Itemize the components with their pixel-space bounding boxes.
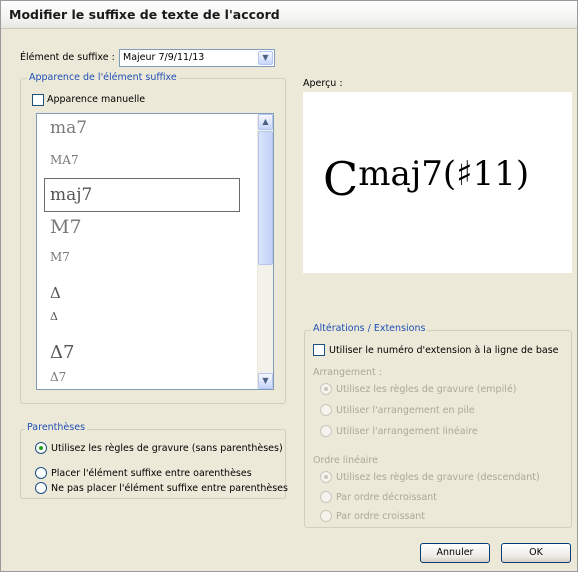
paren-option-radio-2[interactable]	[35, 467, 47, 479]
scroll-up-icon[interactable]: ▲	[258, 114, 273, 130]
arrangement-label-3: Utiliser l'arrangement linéaire	[336, 426, 478, 437]
arrangement-label-1: Utilisez les règles de gravure (empilé)	[336, 384, 517, 395]
paren-option-label-1: Utilisez les règles de gravure (sans par…	[51, 443, 283, 454]
dialog-window: Modifier le suffixe de texte de l'accord…	[0, 0, 578, 572]
paren-option-label-2: Placer l'élément suffixe entre oarenthès…	[51, 468, 252, 479]
order-label-1: Utilisez les règles de gravure (descenda…	[336, 472, 540, 483]
sharp-icon: ♯	[456, 154, 473, 194]
baseline-extension-checkbox[interactable]	[313, 344, 325, 356]
dialog-title: Modifier le suffixe de texte de l'accord	[9, 7, 280, 22]
list-item[interactable]: Δ7	[50, 342, 74, 363]
scroll-thumb[interactable]	[258, 131, 273, 265]
parentheses-group-legend: Parenthèses	[25, 422, 88, 433]
preview-suffix: maj7(	[358, 154, 457, 194]
manual-appearance-checkbox[interactable]	[32, 94, 44, 106]
list-item[interactable]: Δ	[50, 310, 58, 323]
preview-chord: Cmaj7(♯11)	[323, 152, 529, 206]
preview-extension: 11)	[472, 154, 530, 194]
suffix-element-label: Élément de suffixe :	[20, 52, 115, 63]
order-label-2: Par ordre décroissant	[336, 492, 437, 503]
appearance-group-legend: Apparence de l'élément suffixe	[27, 72, 179, 83]
suffix-element-select[interactable]: Majeur 7/9/11/13 ▼	[119, 49, 275, 67]
arrangement-radio-2[interactable]	[320, 404, 332, 416]
arrangement-radio-1[interactable]	[320, 383, 332, 395]
order-radio-2[interactable]	[320, 491, 332, 503]
paren-option-label-3: Ne pas placer l'élément suffixe entre pa…	[51, 483, 288, 494]
list-scrollbar[interactable]: ▲ ▼	[257, 114, 273, 389]
suffix-appearance-listbox[interactable]: ma7 MA7 maj7 M7 M7 Δ Δ Δ7 Δ7 ▲ ▼	[36, 113, 274, 390]
suffix-element-value: Majeur 7/9/11/13	[123, 52, 205, 63]
paren-option-radio-1[interactable]	[35, 442, 47, 454]
order-radio-1[interactable]	[320, 471, 332, 483]
preview-label: Aperçu :	[303, 78, 343, 89]
cancel-button[interactable]: Annuler	[420, 543, 490, 563]
list-item[interactable]: ma7	[50, 118, 87, 138]
scroll-down-icon[interactable]: ▼	[258, 373, 273, 389]
arrangement-label-2: Utiliser l'arrangement en pile	[336, 405, 475, 416]
arrangement-radio-3[interactable]	[320, 425, 332, 437]
preview-panel: Cmaj7(♯11)	[303, 92, 572, 273]
list-item[interactable]: Δ	[50, 284, 61, 302]
alterations-group-legend: Altérations / Extensions	[311, 323, 428, 334]
arrangement-label: Arrangement :	[313, 367, 382, 378]
ok-button[interactable]: OK	[501, 543, 571, 563]
baseline-extension-label: Utiliser le numéro d'extension à la lign…	[329, 345, 559, 356]
list-item[interactable]: M7	[50, 216, 82, 238]
manual-appearance-label: Apparence manuelle	[47, 94, 146, 105]
order-label-3: Par ordre croissant	[336, 511, 426, 522]
list-item[interactable]: M7	[50, 250, 70, 264]
chevron-down-icon[interactable]: ▼	[258, 51, 273, 65]
list-item[interactable]: MA7	[50, 153, 79, 167]
list-item[interactable]: Δ7	[50, 370, 66, 384]
title-bar[interactable]: Modifier le suffixe de texte de l'accord	[1, 1, 577, 29]
paren-option-radio-3[interactable]	[35, 482, 47, 494]
list-item-selected[interactable]: maj7	[44, 178, 240, 212]
linear-order-label: Ordre linéaire	[313, 455, 378, 466]
preview-root: C	[323, 152, 359, 206]
order-radio-3[interactable]	[320, 510, 332, 522]
